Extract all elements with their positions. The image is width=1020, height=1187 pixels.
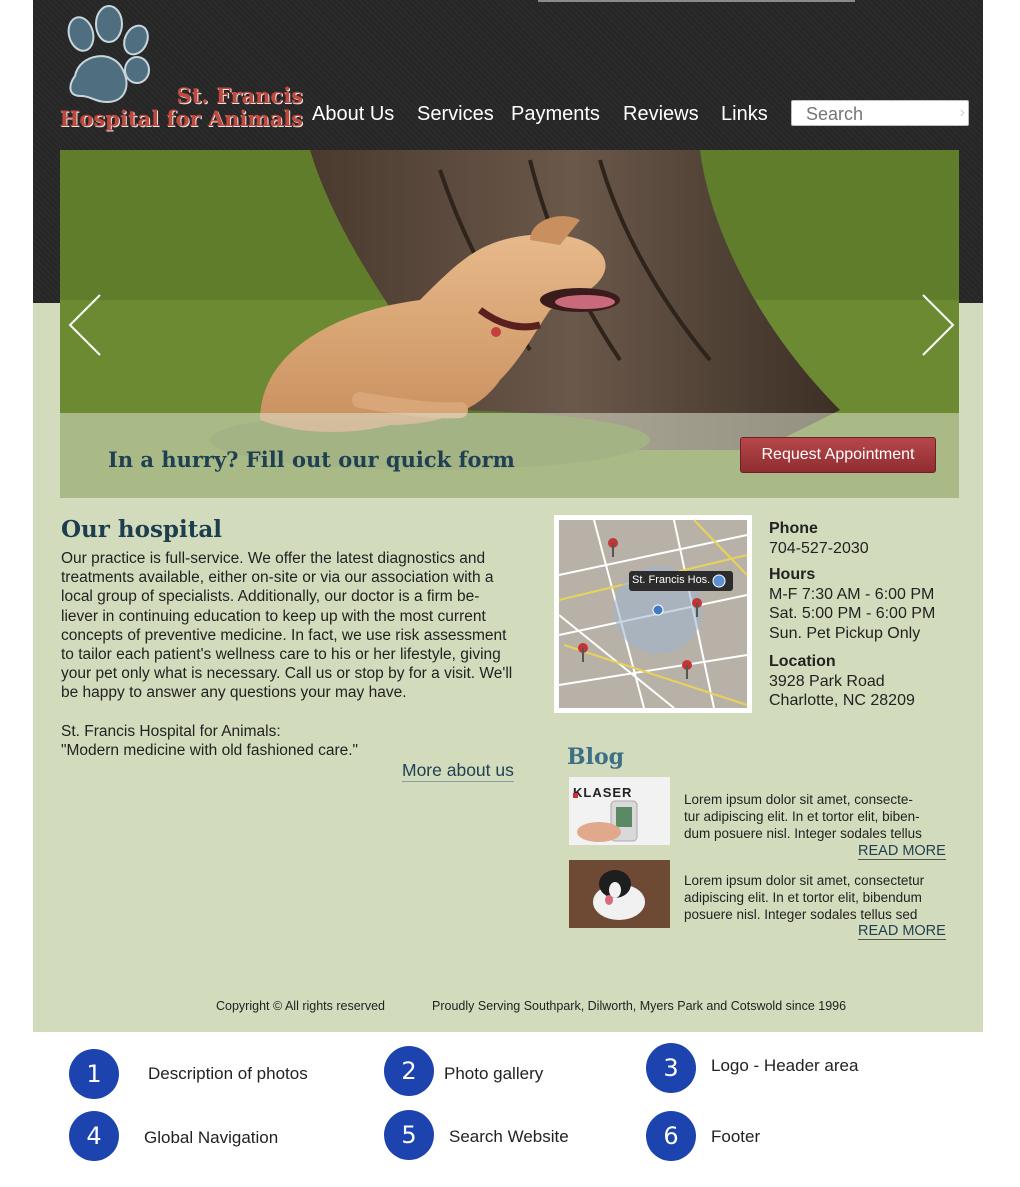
description-line: Our practice is full-service. We offer t… (61, 550, 486, 567)
blog-thumbnail-dog[interactable] (569, 860, 670, 928)
legend-number-2: 2 (384, 1046, 434, 1096)
hours-line: Sat. 5:00 PM - 6:00 PM (769, 605, 936, 622)
blog-heading: Blog (567, 744, 625, 770)
hero-slideshow: In a hurry? Fill out our quick form Requ… (60, 150, 959, 498)
nav-services[interactable]: Services (417, 103, 494, 126)
excerpt-line: tur adipiscing elit. In et tortor elit, … (684, 808, 920, 824)
map-graphic (558, 519, 748, 709)
location-map[interactable]: St. Francis Hos. (554, 515, 752, 713)
address-line-1: 3928 Park Road (769, 672, 885, 690)
dog-thumbnail-image (569, 860, 670, 928)
excerpt-line: posuere nisl. Integer sodales tellus sed (684, 906, 918, 922)
search-input[interactable] (804, 102, 958, 126)
logo-line-1: St. Francis (176, 83, 303, 108)
header-top-line (538, 0, 855, 2)
footer-copyright: Copyright © All rights reserved (216, 999, 386, 1013)
description-line: local group of specialists. Additionally… (61, 588, 480, 606)
legend-number-3: 3 (646, 1043, 696, 1093)
nav-reviews[interactable]: Reviews (623, 103, 699, 126)
nav-links[interactable]: Links (721, 103, 768, 126)
legend-number-6: 6 (646, 1111, 696, 1161)
hours-line: Sun. Pet Pickup Only (769, 624, 921, 642)
phone-label: Phone (769, 520, 818, 537)
nav-about-us[interactable]: About Us (312, 103, 394, 126)
excerpt-line: Lorem ipsum dolor sit amet, consecte- (684, 792, 913, 807)
legend-label-2: Photo gallery (444, 1064, 544, 1083)
laser-device-image (573, 793, 638, 842)
our-hospital-heading: Our hospital (61, 516, 222, 543)
legend-number-4: 4 (69, 1111, 119, 1161)
previous-slide-icon[interactable] (65, 290, 105, 360)
legend-label-1: Description of photos (148, 1064, 308, 1083)
address-line-2: Charlotte, NC 28209 (769, 692, 915, 709)
nav-payments[interactable]: Payments (511, 103, 600, 126)
legend-label-4: Global Navigation (144, 1128, 279, 1147)
description-line: concepts of preventive medicine. In fact… (61, 626, 507, 644)
legend-label-3: Logo - Header area (711, 1056, 859, 1075)
next-slide-icon[interactable] (918, 290, 958, 360)
hero-caption-bar: In a hurry? Fill out our quick form Requ… (60, 413, 959, 498)
logo-line-2: Hospital for Animals (59, 106, 303, 131)
search-chevron-icon[interactable]: › (960, 104, 965, 122)
excerpt-line: dum posuere nisl. Integer sodales tellus (684, 825, 922, 841)
blog-thumbnail-klaser[interactable]: KLASER (569, 777, 670, 845)
location-label: Location (769, 653, 836, 670)
blog-post-2-excerpt: Lorem ipsum dolor sit amet, consectetur … (684, 873, 940, 923)
tagline-line-2: "Modern medicine with old fashioned care… (61, 742, 359, 760)
search-box[interactable]: › (791, 100, 969, 126)
page: St. Francis Hospital for Animals About U… (33, 0, 983, 1032)
hospital-tagline: St. Francis Hospital for Animals: "Moder… (61, 722, 358, 760)
logo-text[interactable]: St. Francis Hospital for Animals (43, 84, 303, 130)
description-line: be happy to answer any questions your ma… (61, 684, 407, 702)
hours-label: Hours (769, 566, 816, 583)
request-appointment-button[interactable]: Request Appointment (740, 437, 936, 473)
tagline-line-1: St. Francis Hospital for Animals: (61, 723, 281, 740)
hours-line: M-F 7:30 AM - 6:00 PM (769, 585, 935, 603)
legend-number-1: 1 (69, 1049, 119, 1099)
hospital-description: Our practice is full-service. We offer t… (61, 549, 541, 703)
legend-label-5: Search Website (449, 1127, 569, 1146)
read-more-link[interactable]: READ MORE (858, 843, 946, 860)
legend-label-6: Footer (711, 1127, 761, 1146)
read-more-link[interactable]: READ MORE (858, 923, 946, 940)
description-line: liever in continuing education to keep u… (61, 607, 486, 625)
description-line: treatments available, either on-site or … (61, 569, 494, 587)
phone-number[interactable]: 704-527-2030 (769, 539, 935, 559)
more-about-us-link[interactable]: More about us (402, 760, 514, 782)
blog-post-1-excerpt: Lorem ipsum dolor sit amet, consecte- tu… (684, 792, 940, 842)
excerpt-line: adipiscing elit. In et tortor elit, bibe… (684, 889, 922, 905)
description-line: to tailor each patient's wellness care t… (61, 646, 501, 664)
map-label: St. Francis Hos. (632, 574, 711, 586)
contact-info: Phone 704-527-2030 Hours M-F 7:30 AM - 6… (769, 519, 935, 711)
footer-serving: Proudly Serving Southpark, Dilworth, Mye… (432, 999, 847, 1013)
description-line: your pet only what is necessary. Call us… (61, 665, 513, 683)
legend-number-5: 5 (384, 1110, 434, 1160)
hero-caption: In a hurry? Fill out our quick form (108, 447, 515, 472)
excerpt-line: Lorem ipsum dolor sit amet, consectetur (684, 873, 925, 888)
